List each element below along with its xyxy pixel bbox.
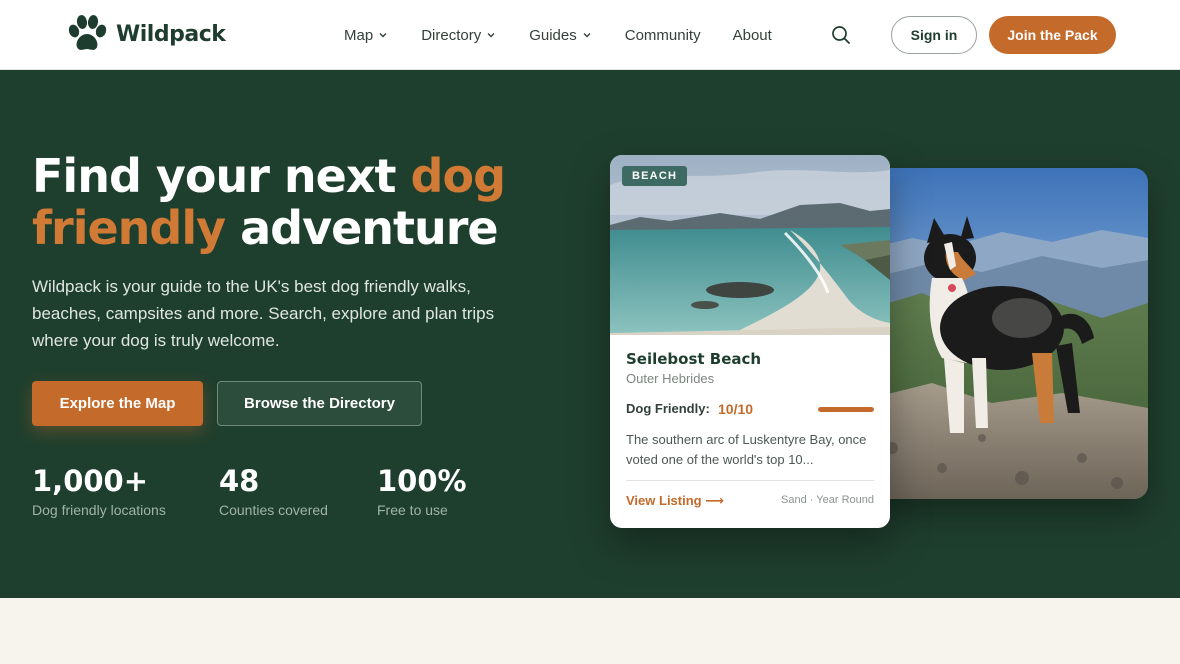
headline-part: adventure [225, 201, 499, 255]
dog-friendly-score: 10/10 [718, 401, 754, 417]
stat-counties: 48 Counties covered [219, 464, 328, 518]
stat-free: 100% Free to use [377, 464, 467, 518]
join-button[interactable]: Join the Pack [989, 16, 1116, 54]
logo[interactable]: Wildpack [66, 14, 226, 54]
divider [626, 480, 874, 481]
nav-item-label: About [732, 26, 772, 44]
search-icon[interactable] [830, 24, 852, 46]
listing-description: The southern arc of Luskentyre Bay, once… [626, 432, 867, 467]
next-section [0, 598, 1180, 664]
hero-lead: Wildpack is your guide to the UK's best … [32, 277, 495, 350]
stat-label: Counties covered [219, 502, 328, 518]
view-listing-link[interactable]: View Listing ⟶ [626, 493, 724, 509]
stat-label: Free to use [377, 502, 448, 518]
sign-in-button[interactable]: Sign in [891, 16, 977, 54]
nav-item-label: Directory [421, 26, 482, 44]
chevron-down-icon [487, 33, 495, 38]
category-badge: BEACH [622, 166, 688, 186]
stat-value: 100% [377, 464, 467, 498]
nav-item-about[interactable]: About [733, 27, 772, 44]
listing-title: Seilebost Beach [626, 350, 762, 368]
hero-headline: Find your next dog friendly adventure [32, 150, 552, 254]
dog-on-mountain-image [872, 168, 1148, 499]
listing-card[interactable]: BEACH Seilebost Beach Outer Hebrides Dog… [610, 155, 890, 528]
browse-directory-button[interactable]: Browse the Directory [217, 381, 422, 426]
dog-friendly-bar [818, 407, 874, 412]
listing-region: Outer Hebrides [626, 371, 715, 386]
nav-item-guides[interactable]: Guides [529, 27, 593, 44]
view-listing-label: View Listing [626, 493, 702, 508]
nav-item-community[interactable]: Community [625, 27, 701, 44]
chevron-down-icon [583, 33, 591, 38]
paw-icon [68, 15, 107, 50]
stat-value: 48 [219, 464, 260, 498]
logo-text: Wildpack [116, 21, 226, 47]
listing-meta: Sand · Year Round [781, 494, 874, 506]
arrow-right-icon: ⟶ [705, 493, 724, 508]
stat-label: Dog friendly locations [32, 502, 166, 518]
nav-item-directory[interactable]: Directory [421, 27, 497, 44]
explore-map-button[interactable]: Explore the Map [32, 381, 203, 426]
nav-item-label: Community [624, 26, 701, 44]
stat-value: 1,000+ [32, 464, 149, 498]
chevron-down-icon [379, 33, 387, 38]
nav-item-label: Map [344, 26, 374, 44]
dog-photo [872, 168, 1148, 499]
headline-part: Find your next [32, 149, 411, 203]
dog-friendly-bar-fill [818, 407, 874, 412]
main-nav: Map Directory Guides Community About [344, 0, 804, 70]
site-header: Wildpack Map Directory Guides Community … [0, 0, 1180, 70]
dog-friendly-label: Dog Friendly: [626, 401, 710, 416]
hero-section: Find your next dog friendly adventure Wi… [0, 70, 1180, 598]
stat-locations: 1,000+ Dog friendly locations [32, 464, 166, 518]
nav-item-label: Guides [529, 26, 577, 44]
nav-item-map[interactable]: Map [344, 27, 389, 44]
